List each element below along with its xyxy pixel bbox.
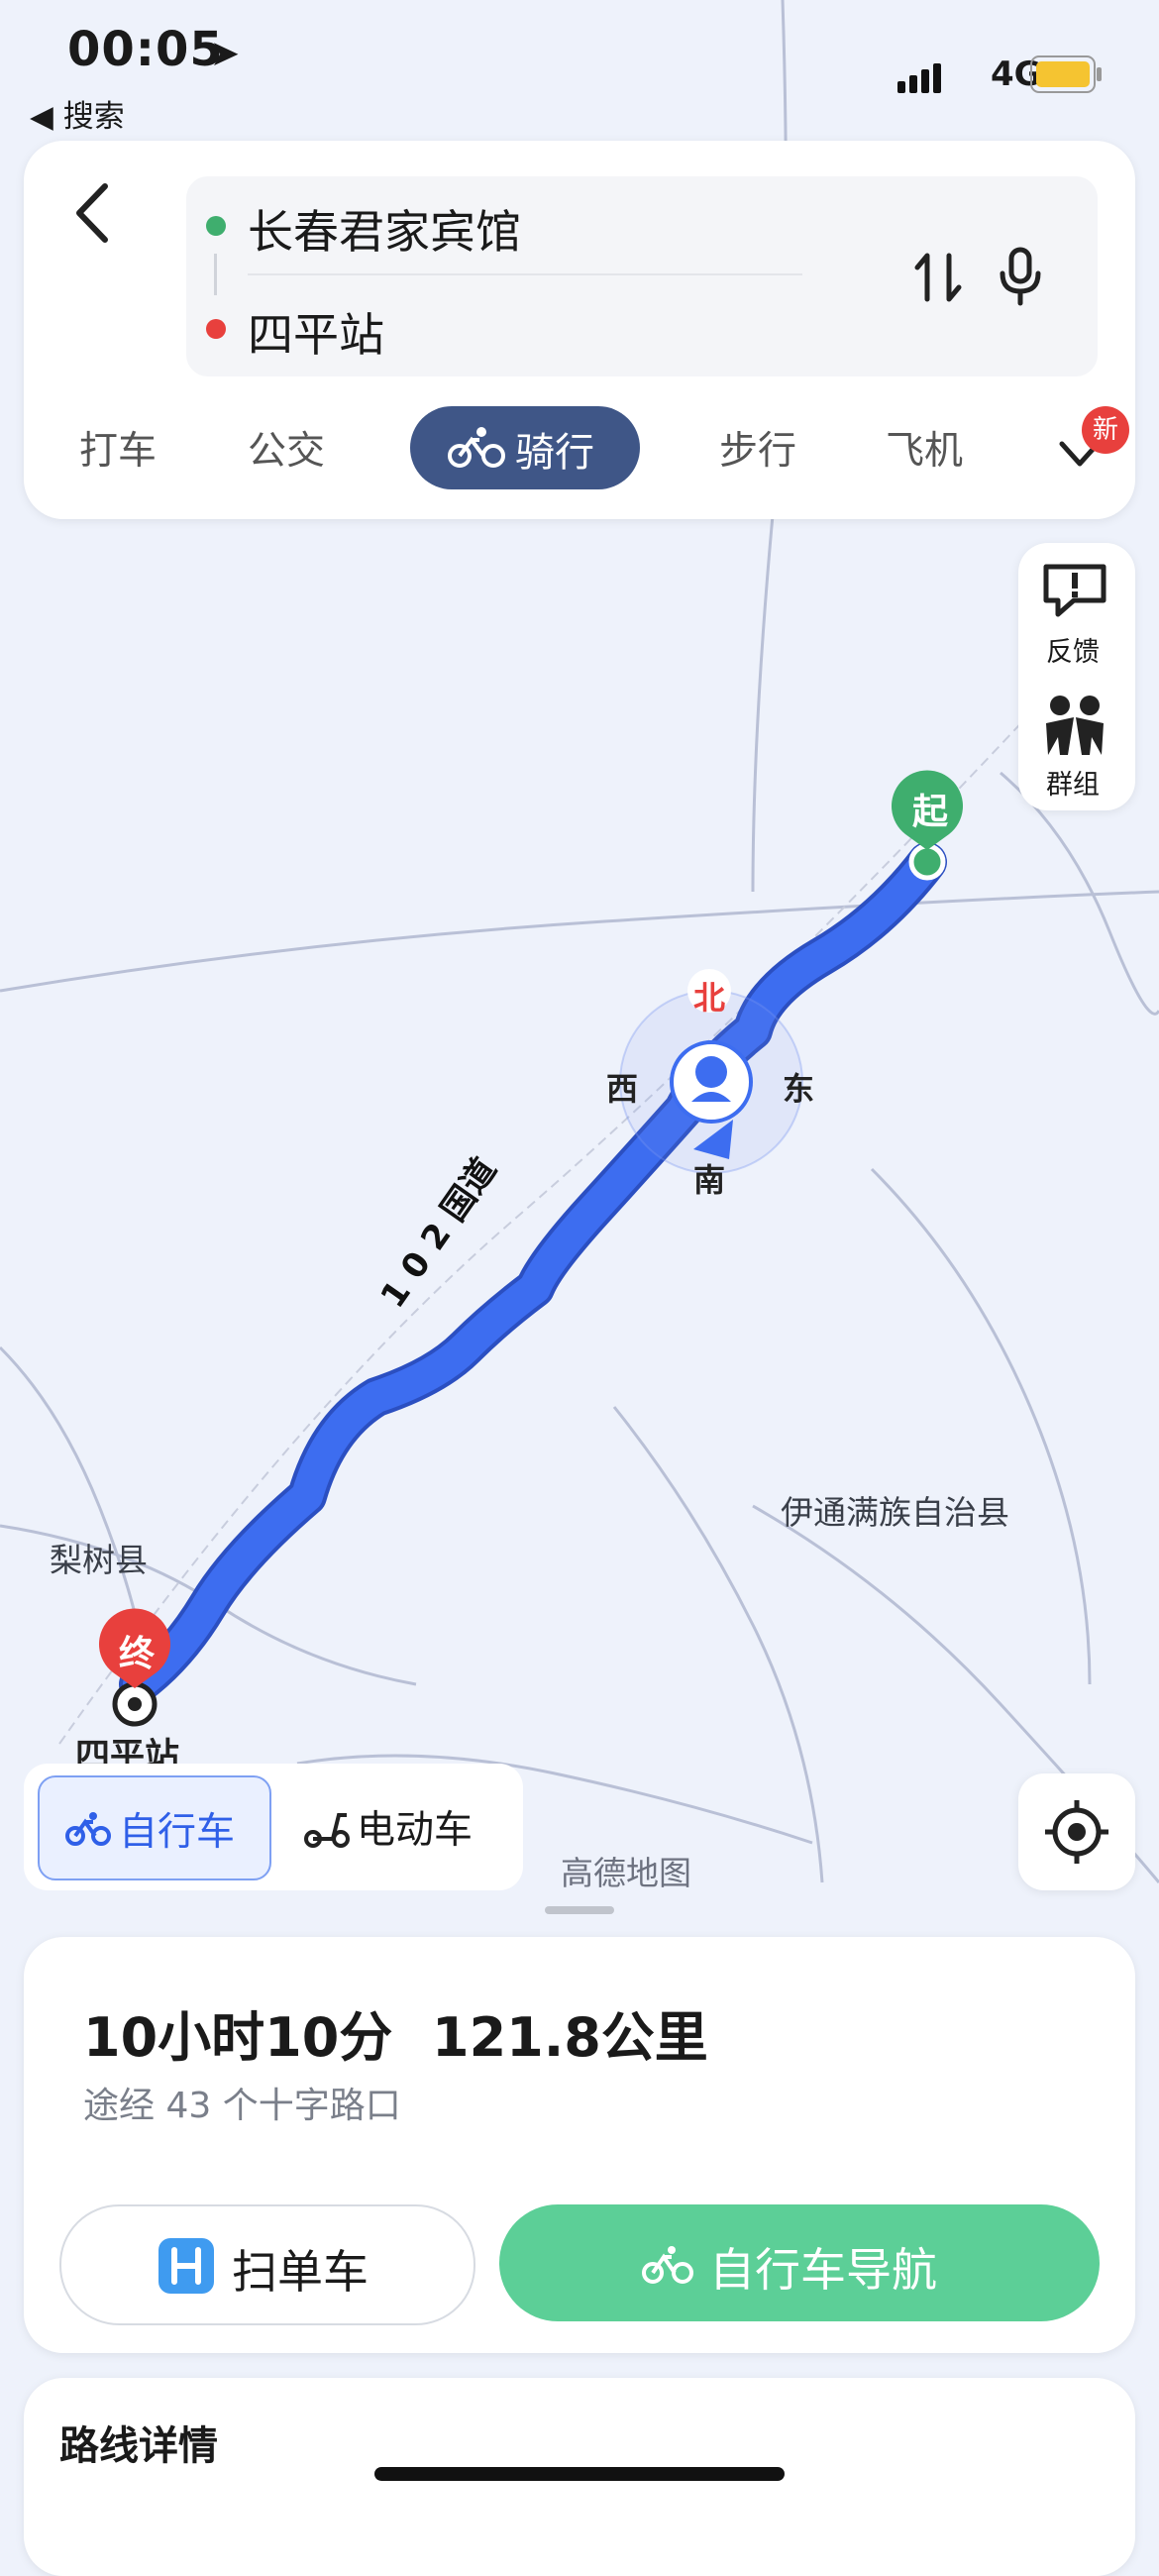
new-badge: 新	[1082, 406, 1129, 454]
sheet-handle[interactable]	[545, 1906, 614, 1914]
scan-bike-button[interactable]: 扫单车	[59, 2204, 475, 2325]
nav-bike-icon	[642, 2242, 693, 2296]
swap-icon[interactable]	[913, 248, 963, 311]
bicycle-icon	[65, 1811, 111, 1856]
map-label-yitong: 伊通满族自治县	[781, 1493, 1009, 1532]
mode-bicycle[interactable]: 自行车	[38, 1775, 271, 1880]
bike-navigation-label: 自行车导航	[709, 2243, 937, 2297]
group-label[interactable]: 群组	[1046, 763, 1100, 802]
bike-navigation-button[interactable]: 自行车导航	[499, 2204, 1100, 2321]
tab-walk[interactable]: 步行	[719, 420, 796, 476]
location-arrow-icon: ➤	[210, 34, 241, 74]
microphone-icon[interactable]	[997, 246, 1044, 311]
home-indicator	[374, 2467, 785, 2481]
back-to-search[interactable]: ◀ 搜索	[30, 91, 125, 136]
route-distance: 121.8公里	[432, 2006, 708, 2069]
scooter-icon[interactable]	[303, 1809, 351, 1853]
tab-flight[interactable]: 飞机	[886, 420, 963, 476]
tab-taxi[interactable]: 打车	[79, 420, 157, 476]
route-intersections: 途经 43 个十字路口	[83, 2086, 401, 2126]
mode-ebike[interactable]: 电动车	[357, 1799, 473, 1855]
back-icon[interactable]	[69, 178, 113, 252]
start-point	[908, 843, 946, 881]
avatar-head-icon	[695, 1056, 727, 1088]
mode-bicycle-label: 自行车	[119, 1810, 236, 1855]
tab-cycling-label: 骑行	[515, 430, 594, 476]
tab-transit[interactable]: 公交	[248, 420, 325, 476]
group-icon[interactable]	[1038, 694, 1111, 761]
feedback-icon[interactable]	[1038, 561, 1111, 624]
hellobike-icon	[158, 2238, 214, 2294]
map-watermark: 高德地图	[561, 1854, 691, 1892]
end-field[interactable]: 四平站	[248, 299, 384, 365]
compass-south: 南	[693, 1161, 726, 1199]
route-connector	[214, 254, 217, 295]
scan-bike-label: 扫单车	[232, 2245, 369, 2299]
start-marker-label: 起	[912, 792, 949, 832]
bike-icon	[448, 426, 505, 480]
signal-icon	[897, 61, 951, 97]
tab-cycling[interactable]: 骑行	[410, 406, 640, 489]
end-marker-label: 终	[118, 1634, 155, 1674]
compass-east: 东	[783, 1070, 815, 1108]
status-time: 00:05	[67, 22, 224, 77]
feedback-label[interactable]: 反馈	[1046, 630, 1100, 669]
route-duration: 10小时10分	[83, 2006, 393, 2069]
locate-icon	[1043, 1798, 1110, 1870]
route-details-title: 路线详情	[59, 2423, 218, 2469]
map-label-lishu: 梨树县	[50, 1541, 148, 1579]
compass-north: 北	[693, 979, 726, 1017]
start-field[interactable]: 长春君家宾馆	[248, 196, 521, 262]
start-dot-icon	[206, 216, 226, 236]
end-dot-icon	[206, 319, 226, 339]
compass-west: 西	[606, 1070, 639, 1108]
field-divider	[248, 273, 802, 275]
battery-icon	[1030, 55, 1104, 97]
